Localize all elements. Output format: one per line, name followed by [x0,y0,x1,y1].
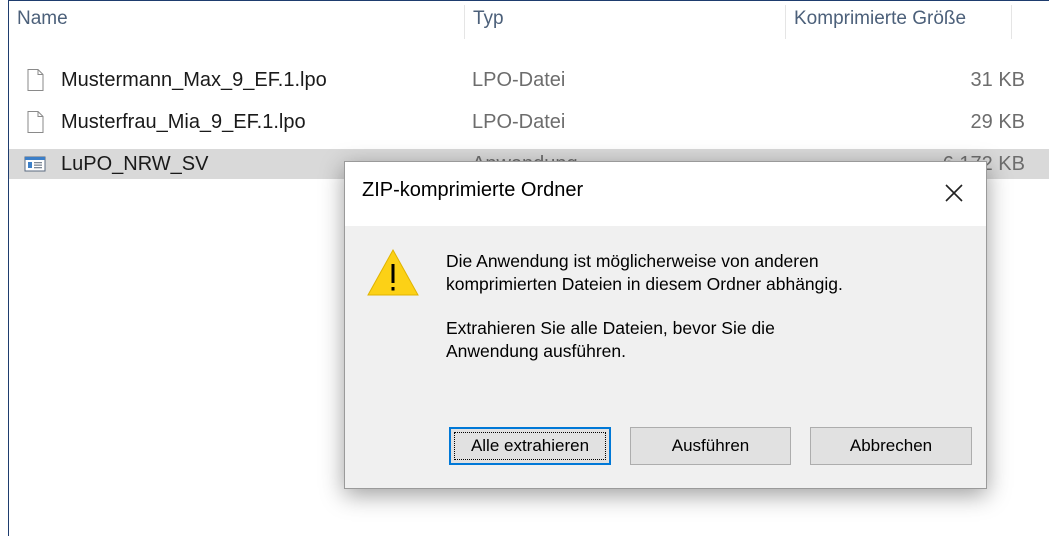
file-size: 31 KB [970,69,1025,91]
dialog-instruction: Extrahieren Sie alle Dateien, bevor Sie … [446,317,946,363]
button-label: Abbrechen [849,436,933,455]
file-size: 29 KB [970,111,1025,133]
file-type: LPO-Datei [472,111,566,133]
application-icon [24,156,46,172]
message-line: komprimierten Dateien in diesem Ordner a… [446,274,843,294]
column-header-type[interactable]: Typ [465,1,785,43]
extract-all-button[interactable]: Alle extrahieren [449,427,611,465]
close-icon [945,184,963,202]
document-icon [27,69,44,91]
column-divider[interactable] [1011,5,1012,39]
file-name: Musterfrau_Mia_9_EF.1.lpo [61,111,306,133]
run-button[interactable]: Ausführen [630,427,791,465]
column-header-bar: Name Typ Komprimierte Größe [9,1,1049,43]
close-button[interactable] [932,172,976,212]
message-line: Anwendung ausführen. [446,341,626,361]
column-header-name[interactable]: Name [9,1,464,43]
focus-rectangle [454,432,606,460]
message-line: Extrahieren Sie alle Dateien, bevor Sie … [446,318,775,338]
file-row[interactable]: Musterfrau_Mia_9_EF.1.lpo LPO-Datei 29 K… [9,107,1049,137]
warning-icon [367,248,419,296]
cancel-button[interactable]: Abbrechen [810,427,972,465]
dialog-message: Die Anwendung ist möglicherweise von and… [446,250,946,296]
file-row[interactable]: Mustermann_Max_9_EF.1.lpo LPO-Datei 31 K… [9,65,1049,95]
dialog-title-bar[interactable]: ZIP-komprimierte Ordner [345,162,986,226]
dialog-title: ZIP-komprimierte Ordner [362,179,584,201]
document-icon [27,111,44,133]
file-type: LPO-Datei [472,69,566,91]
file-name: LuPO_NRW_SV [61,153,209,175]
message-line: Die Anwendung ist möglicherweise von and… [446,251,819,271]
column-header-compressed-size[interactable]: Komprimierte Größe [786,1,1011,43]
button-label: Ausführen [671,436,750,455]
file-name: Mustermann_Max_9_EF.1.lpo [61,69,327,91]
zip-warning-dialog: ZIP-komprimierte Ordner Die Anwendung is… [344,161,987,489]
